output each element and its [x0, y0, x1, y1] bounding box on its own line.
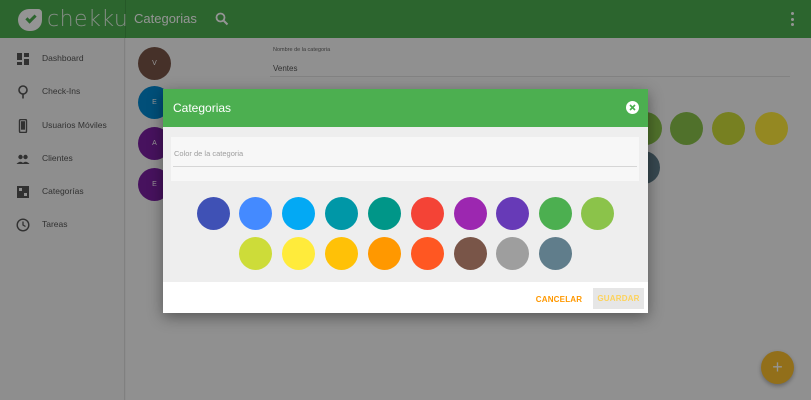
- save-button[interactable]: GUARDAR: [593, 288, 644, 309]
- color-swatch-teal[interactable]: [368, 197, 401, 230]
- color-swatch-deep-orange[interactable]: [411, 237, 444, 270]
- dialog-header: Categorias: [163, 89, 648, 127]
- color-field-label: Color de la categoria: [174, 149, 244, 158]
- color-swatch-blue-grey[interactable]: [539, 237, 572, 270]
- dialog-title: Categorias: [173, 101, 232, 115]
- color-swatch-deep-purple[interactable]: [496, 197, 529, 230]
- color-swatch-grey[interactable]: [496, 237, 529, 270]
- cancel-button[interactable]: CANCELAR: [535, 290, 583, 309]
- color-field[interactable]: Color de la categoria: [171, 137, 639, 181]
- category-dialog: Categorias Color de la categoria CANCELA…: [163, 89, 648, 313]
- color-swatch-red[interactable]: [411, 197, 444, 230]
- dialog-body: Color de la categoria: [163, 127, 648, 282]
- close-circle-icon[interactable]: [626, 101, 639, 114]
- color-swatch-lime[interactable]: [239, 237, 272, 270]
- color-swatch-blue[interactable]: [239, 197, 272, 230]
- color-swatch-indigo[interactable]: [197, 197, 230, 230]
- color-swatch-green[interactable]: [539, 197, 572, 230]
- color-swatch-orange[interactable]: [368, 237, 401, 270]
- dialog-actions: CANCELAR GUARDAR: [163, 282, 648, 313]
- color-swatch-brown[interactable]: [454, 237, 487, 270]
- color-swatch-purple[interactable]: [454, 197, 487, 230]
- color-swatch-light-blue[interactable]: [282, 197, 315, 230]
- color-swatch-light-green[interactable]: [581, 197, 614, 230]
- color-swatch-yellow[interactable]: [282, 237, 315, 270]
- color-swatch-amber[interactable]: [325, 237, 358, 270]
- color-swatch-cyan[interactable]: [325, 197, 358, 230]
- field-underline: [173, 166, 637, 167]
